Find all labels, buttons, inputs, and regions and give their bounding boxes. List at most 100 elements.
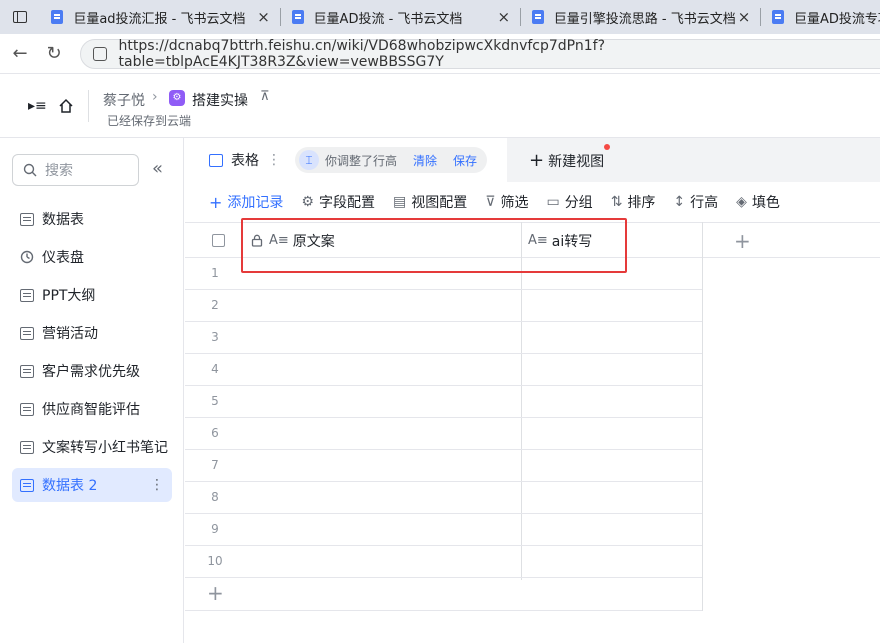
row-number: 7 — [211, 458, 219, 472]
toolbar: + 添加记录 ⚙ 字段配置 ▤ 视图配置 ⊽ 筛选 ▭ 分组 ⇅ 排序 ↕ 行高 ◈ 填色 — [185, 182, 880, 222]
field-config-button[interactable]: ⚙ 字段配置 — [301, 192, 375, 212]
view-config-label: 视图配置 — [411, 195, 468, 211]
sidebar-item-label: 客户需求优先级 — [42, 364, 140, 380]
sidebar-item-customer-priority[interactable]: 客户需求优先级 — [12, 354, 172, 388]
tab-title: 巨量AD投流 - 飞书云文档 — [313, 11, 463, 27]
row-number: 9 — [211, 522, 219, 536]
table-icon — [20, 402, 34, 416]
search-input[interactable]: 搜索 — [12, 154, 139, 186]
table-icon — [20, 288, 34, 302]
sidebar-item-copywriting[interactable]: 文案转写小红书笔记 — [12, 430, 172, 464]
group-label: 分组 — [564, 195, 593, 211]
browser-tab[interactable]: 巨量AD投流 - 飞书云文档 × — [279, 0, 520, 34]
filter-button[interactable]: ⊽ 筛选 — [485, 192, 528, 212]
pin-icon[interactable]: ⊼ — [260, 89, 270, 104]
table-row[interactable]: 10 — [185, 546, 702, 578]
main-content: 表格 ⋮ ⌶ 你调整了行高 清除 保存 + 新建视图 + 添加记录 ⚙ 字段配置 ▤ 视… — [185, 138, 880, 643]
more-options-icon[interactable]: ⋮ — [150, 477, 164, 493]
view-tab-label: 表格 — [231, 153, 259, 169]
add-record-label: 添加记录 — [227, 195, 284, 211]
save-view-button[interactable]: 保存 — [453, 152, 477, 169]
data-grid: A≡ 原文案 A≡ ai转写 + 1 2 3 4 5 6 7 8 9 10 + — [185, 222, 880, 643]
table-icon — [20, 326, 34, 340]
table-icon — [20, 478, 34, 492]
sidebar-item-label: 供应商智能评估 — [42, 402, 140, 418]
row-height-button[interactable]: ↕ 行高 — [673, 192, 718, 212]
sort-icon: ⇅ — [610, 194, 623, 210]
filter-label: 筛选 — [500, 195, 529, 211]
browser-tab[interactable]: 巨量AD投流专项 — [759, 0, 880, 34]
table-row[interactable]: 2 — [185, 290, 702, 322]
view-menu-icon[interactable]: ⋮ — [267, 152, 281, 168]
sidebar-item-label: 仪表盘 — [42, 250, 84, 266]
add-row-icon: + — [207, 581, 224, 605]
row-number: 1 — [211, 266, 219, 280]
base-app-icon: ⚙ — [169, 90, 185, 106]
close-icon[interactable]: × — [256, 8, 272, 26]
url-field[interactable]: https://dcnabq7bttrh.feishu.cn/wiki/VD68… — [80, 38, 880, 70]
collapse-sidebar-icon[interactable]: « — [152, 158, 163, 179]
sidebar: 搜索 « 数据表 仪表盘 PPT大纲 营销活动 客户需求优先级 供应商智能评估 … — [0, 138, 184, 643]
page-title[interactable]: 搭建实操 — [192, 90, 248, 110]
expand-sidebar-icon[interactable]: ▸≡ — [28, 98, 47, 114]
row-number: 4 — [211, 362, 219, 376]
sort-button[interactable]: ⇅ 排序 — [611, 192, 656, 212]
fill-color-label: 填色 — [751, 195, 780, 211]
home-icon[interactable] — [58, 98, 74, 114]
sidebar-item-label: 数据表 — [42, 212, 84, 228]
plus-icon: + — [529, 150, 545, 171]
view-config-button[interactable]: ▤ 视图配置 — [393, 192, 467, 212]
doc-icon — [531, 10, 544, 24]
close-icon[interactable]: × — [736, 8, 752, 26]
doc-icon — [291, 10, 304, 24]
site-info-icon[interactable] — [93, 47, 107, 61]
table-row[interactable]: 7 — [185, 450, 702, 482]
sidebar-item-marketing[interactable]: 营销活动 — [12, 316, 172, 350]
url-text: https://dcnabq7bttrh.feishu.cn/wiki/VD68… — [118, 38, 605, 70]
table-icon — [20, 212, 34, 226]
sidebar-item-dashboard[interactable]: 仪表盘 — [12, 240, 172, 274]
table-icon — [20, 440, 34, 454]
sidebar-item-label: 营销活动 — [42, 326, 98, 342]
browser-tab-strip: 巨量ad投流汇报 - 飞书云文档 × 巨量AD投流 - 飞书云文档 × 巨量引擎… — [0, 0, 880, 34]
add-record-button[interactable]: + 添加记录 — [209, 192, 283, 212]
sidebar-item-datatable[interactable]: 数据表 — [12, 202, 172, 236]
table-row[interactable]: 5 — [185, 386, 702, 418]
back-arrow-icon[interactable]: ← — [6, 43, 34, 64]
notification-dot — [604, 144, 610, 150]
row-number: 3 — [211, 330, 219, 344]
row-number: 8 — [211, 490, 219, 504]
gear-icon: ⚙ — [301, 194, 314, 210]
clear-button[interactable]: 清除 — [413, 152, 437, 169]
browser-tab[interactable]: 巨量ad投流汇报 - 飞书云文档 × — [39, 0, 279, 34]
row-height-icon: ⌶ — [299, 150, 319, 170]
row-number: 2 — [211, 298, 219, 312]
group-button[interactable]: ▭ 分组 — [546, 192, 592, 212]
row-height-label: 行高 — [690, 195, 719, 211]
add-row-bar[interactable]: + — [185, 579, 702, 611]
browser-tab[interactable]: 巨量引擎投流思路 - 飞书云文档 × — [519, 0, 760, 34]
sidebar-item-label: PPT大纲 — [42, 288, 96, 304]
add-column-icon[interactable]: + — [734, 229, 751, 253]
tab-title: 巨量ad投流汇报 - 飞书云文档 — [73, 11, 246, 27]
table-row[interactable]: 3 — [185, 322, 702, 354]
view-tab-grid[interactable]: 表格 ⋮ ⌶ 你调整了行高 清除 保存 — [185, 138, 507, 182]
window-menu-button[interactable] — [0, 0, 39, 34]
sidebar-item-supplier-eval[interactable]: 供应商智能评估 — [12, 392, 172, 426]
new-view-button[interactable]: + 新建视图 — [529, 150, 604, 171]
column-divider — [702, 222, 703, 611]
sidebar-item-datatable-2[interactable]: 数据表 2 ⋮ — [12, 468, 172, 502]
close-icon[interactable]: × — [496, 8, 512, 26]
fill-color-button[interactable]: ◈ 填色 — [736, 192, 780, 212]
paint-bucket-icon: ◈ — [736, 194, 747, 210]
table-row[interactable]: 8 — [185, 482, 702, 514]
sidebar-item-ppt-outline[interactable]: PPT大纲 — [12, 278, 172, 312]
reload-icon[interactable]: ↻ — [40, 43, 68, 64]
table-row[interactable]: 9 — [185, 514, 702, 546]
doc-icon — [51, 10, 64, 24]
row-height-icon: ↕ — [673, 194, 686, 210]
breadcrumb-parent[interactable]: 蔡子悦 — [103, 90, 145, 110]
table-row[interactable]: 4 — [185, 354, 702, 386]
select-all-checkbox[interactable] — [212, 234, 225, 247]
table-row[interactable]: 6 — [185, 418, 702, 450]
